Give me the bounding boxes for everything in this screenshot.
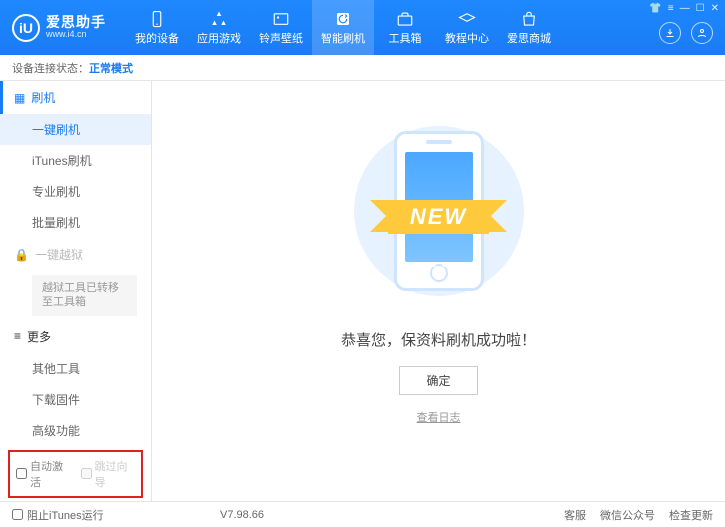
sidebar: ▦ 刷机 一键刷机 iTunes刷机 专业刷机 批量刷机 🔒 一键越狱 越狱工具… bbox=[0, 81, 152, 501]
nav-my-device[interactable]: 我的设备 bbox=[126, 0, 188, 55]
user-button[interactable] bbox=[691, 22, 713, 44]
footer-update[interactable]: 检查更新 bbox=[669, 507, 713, 523]
sidebar-item-other[interactable]: 其他工具 bbox=[0, 353, 151, 384]
lock-icon: 🔒 bbox=[14, 248, 29, 262]
new-ribbon: NEW bbox=[388, 200, 489, 234]
flash-icon: ▦ bbox=[14, 91, 25, 105]
nav-apps[interactable]: 应用游戏 bbox=[188, 0, 250, 55]
close-icon[interactable]: ✕ bbox=[711, 3, 719, 14]
minimize-icon[interactable]: — bbox=[680, 3, 690, 14]
status-label: 设备连接状态： bbox=[12, 60, 89, 76]
auto-activate-checkbox[interactable]: 自动激活 bbox=[16, 458, 71, 490]
skin-icon[interactable]: 👕 bbox=[649, 3, 661, 14]
nav-toolbox[interactable]: 工具箱 bbox=[374, 0, 436, 55]
window-controls: 👕 ≡ — ☐ ✕ bbox=[649, 3, 719, 14]
menu-icon[interactable]: ≡ bbox=[668, 3, 674, 14]
footer-support[interactable]: 客服 bbox=[564, 507, 586, 523]
nav-tutorials[interactable]: 教程中心 bbox=[436, 0, 498, 55]
status-bar: 设备连接状态： 正常模式 bbox=[0, 55, 725, 81]
success-message: 恭喜您，保资料刷机成功啦！ bbox=[341, 329, 536, 350]
status-mode: 正常模式 bbox=[89, 60, 133, 76]
sidebar-item-firmware[interactable]: 下载固件 bbox=[0, 384, 151, 415]
apps-icon bbox=[210, 10, 228, 28]
app-header: iU 爱思助手 www.i4.cn 我的设备 应用游戏 铃声壁纸 智能刷机 工具… bbox=[0, 0, 725, 55]
skip-setup-checkbox[interactable]: 跳过向导 bbox=[81, 458, 136, 490]
sidebar-item-advanced[interactable]: 高级功能 bbox=[0, 415, 151, 446]
sidebar-item-itunes[interactable]: iTunes刷机 bbox=[0, 145, 151, 176]
toolbox-icon bbox=[396, 10, 414, 28]
ok-button[interactable]: 确定 bbox=[399, 366, 477, 395]
download-button[interactable] bbox=[659, 22, 681, 44]
bag-icon bbox=[520, 10, 538, 28]
app-url: www.i4.cn bbox=[46, 30, 106, 40]
options-highlight-box: 自动激活 跳过向导 bbox=[8, 450, 143, 498]
nav-flash[interactable]: 智能刷机 bbox=[312, 0, 374, 55]
logo-block: iU 爱思助手 www.i4.cn bbox=[0, 14, 118, 42]
more-icon: ≡ bbox=[14, 329, 21, 343]
image-icon bbox=[272, 10, 290, 28]
view-log-link[interactable]: 查看日志 bbox=[417, 409, 461, 425]
block-itunes-checkbox[interactable]: 阻止iTunes运行 bbox=[12, 507, 104, 523]
main-content: NEW 恭喜您，保资料刷机成功啦！ 确定 查看日志 bbox=[152, 81, 725, 501]
footer: 阻止iTunes运行 V7.98.66 客服 微信公众号 检查更新 bbox=[0, 501, 725, 527]
maximize-icon[interactable]: ☐ bbox=[696, 3, 705, 14]
phone-icon bbox=[148, 10, 166, 28]
graduation-icon bbox=[458, 10, 476, 28]
top-nav: 我的设备 应用游戏 铃声壁纸 智能刷机 工具箱 教程中心 爱思商城 bbox=[126, 0, 560, 55]
sidebar-item-pro[interactable]: 专业刷机 bbox=[0, 176, 151, 207]
footer-wechat[interactable]: 微信公众号 bbox=[600, 507, 655, 523]
sidebar-item-oneclick[interactable]: 一键刷机 bbox=[0, 114, 151, 145]
refresh-icon bbox=[334, 10, 352, 28]
logo-icon: iU bbox=[12, 14, 40, 42]
sidebar-group-more[interactable]: ≡ 更多 bbox=[0, 320, 151, 353]
app-title: 爱思助手 bbox=[46, 15, 106, 30]
version-label: V7.98.66 bbox=[220, 509, 264, 521]
success-illustration: NEW bbox=[339, 111, 539, 311]
sidebar-item-batch[interactable]: 批量刷机 bbox=[0, 207, 151, 238]
sidebar-group-jailbreak: 🔒 一键越狱 bbox=[0, 238, 151, 271]
sidebar-group-flash[interactable]: ▦ 刷机 bbox=[0, 81, 151, 114]
nav-store[interactable]: 爱思商城 bbox=[498, 0, 560, 55]
nav-ringtones[interactable]: 铃声壁纸 bbox=[250, 0, 312, 55]
jailbreak-note: 越狱工具已转移至工具箱 bbox=[32, 275, 137, 316]
